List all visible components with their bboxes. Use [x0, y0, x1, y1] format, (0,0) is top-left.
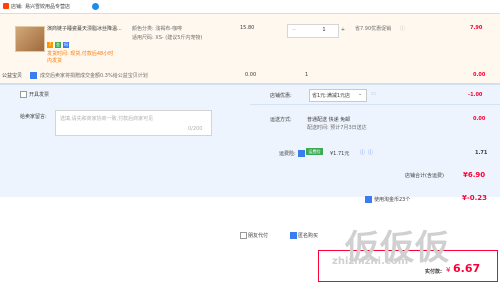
qty-minus-button[interactable]: − — [287, 24, 301, 36]
item-discount: 省7.90优惠促销 — [355, 26, 392, 32]
message-placeholder: 选填,请先和商家协商一致,付款后商家可见 — [60, 116, 154, 122]
charity-qty: 1 — [305, 72, 309, 78]
charity-total: 0.00 — [473, 72, 486, 78]
coin-amount: ¥-0.23 — [462, 194, 488, 202]
unit-price: 15.80 — [240, 25, 255, 31]
comment-icon: ▭ — [371, 91, 376, 97]
tag-icon-7: 7 — [47, 42, 53, 48]
shop-total-amount: ¥6.90 — [463, 171, 486, 179]
delivery-label: 运送方式: — [270, 117, 292, 123]
payment-amount: 6.67 — [453, 262, 481, 275]
seller-message-input[interactable] — [55, 110, 212, 136]
item-total: 7.90 — [470, 25, 483, 31]
shop-discount-amount: -1.00 — [468, 92, 483, 98]
info-icon[interactable]: ⓘ — [400, 25, 405, 32]
delivery-fee: 0.00 — [473, 116, 486, 122]
payment-label: 实付款: — [425, 269, 442, 275]
order-item-row — [0, 13, 500, 70]
shop-icon — [3, 3, 9, 9]
tag-icon-guarantee: 吗 — [63, 42, 69, 48]
message-label: 给卖家留言: — [20, 114, 47, 120]
qty-input[interactable]: 1 — [319, 24, 329, 36]
charity-label: 公益宝贝 — [2, 73, 23, 79]
shop-header — [0, 0, 500, 13]
insurance-label: 运费险: — [279, 151, 296, 157]
message-char-count: 0/200 — [188, 126, 203, 132]
watermark-text: zhizhizhi.com — [332, 256, 409, 267]
chat-icon[interactable] — [92, 3, 99, 10]
tag-icon-gold: 金 — [55, 42, 61, 48]
anonymous-checkbox[interactable] — [290, 232, 297, 239]
product-title-link[interactable]: 演商链子睡瓷蔓天漂脂冰丝降温... — [47, 25, 127, 32]
divider — [250, 104, 500, 105]
shipping-promo: 发货时间: 现货,付款后48小时 — [47, 51, 114, 57]
anonymous-label: 匿名购买 — [298, 233, 319, 239]
invoice-checkbox[interactable] — [20, 91, 27, 98]
qty-plus-button[interactable]: + — [336, 24, 350, 36]
coin-checkbox[interactable] — [365, 196, 372, 203]
product-size-attr: 适用尺码: XS- (建议5斤内宠物) — [132, 35, 203, 41]
coin-label: 使用淘金币23个 — [374, 197, 411, 203]
product-thumbnail[interactable] — [15, 26, 45, 52]
help-icon[interactable]: ⓘ — [360, 149, 365, 156]
insurance-amount: 1.71 — [475, 150, 488, 156]
shop-discount-option: 省1元:满减1元店 — [312, 93, 351, 99]
friend-pay-checkbox[interactable] — [240, 232, 247, 239]
shop-total-label: 店铺合计(含运费) — [405, 173, 444, 179]
shop-discount-label: 店铺优惠: — [270, 93, 292, 99]
insurance-checkbox[interactable] — [298, 150, 305, 157]
delivery-method: 普通配送 快递 免邮 — [307, 117, 351, 123]
delivery-date: 配送时间: 预计7月3日送达 — [307, 125, 367, 131]
charity-text: 成交后卖家将捐赠成交金额0.3%给公益宝贝计划 — [40, 73, 148, 79]
shipping-promo-2: 内发货 — [47, 58, 63, 64]
insurance-badge: 运费险 — [306, 148, 323, 155]
product-color-attr: 颜色分类: 浅褐布-咖啡 — [132, 26, 183, 32]
invoice-label: 开具发票 — [29, 92, 50, 98]
insurance-text: ¥1.71元 — [330, 151, 350, 157]
chevron-down-icon: ⌄ — [358, 91, 363, 97]
shop-name-link[interactable]: 易兴雪姣用品专营店 — [25, 3, 70, 10]
charity-price: 0.00 — [245, 72, 257, 78]
shop-label: 店铺: — [11, 4, 23, 10]
question-icon[interactable]: ⓘ — [368, 149, 373, 156]
charity-checkbox[interactable] — [30, 72, 37, 79]
friend-pay-label: 朋友代付 — [248, 233, 269, 239]
